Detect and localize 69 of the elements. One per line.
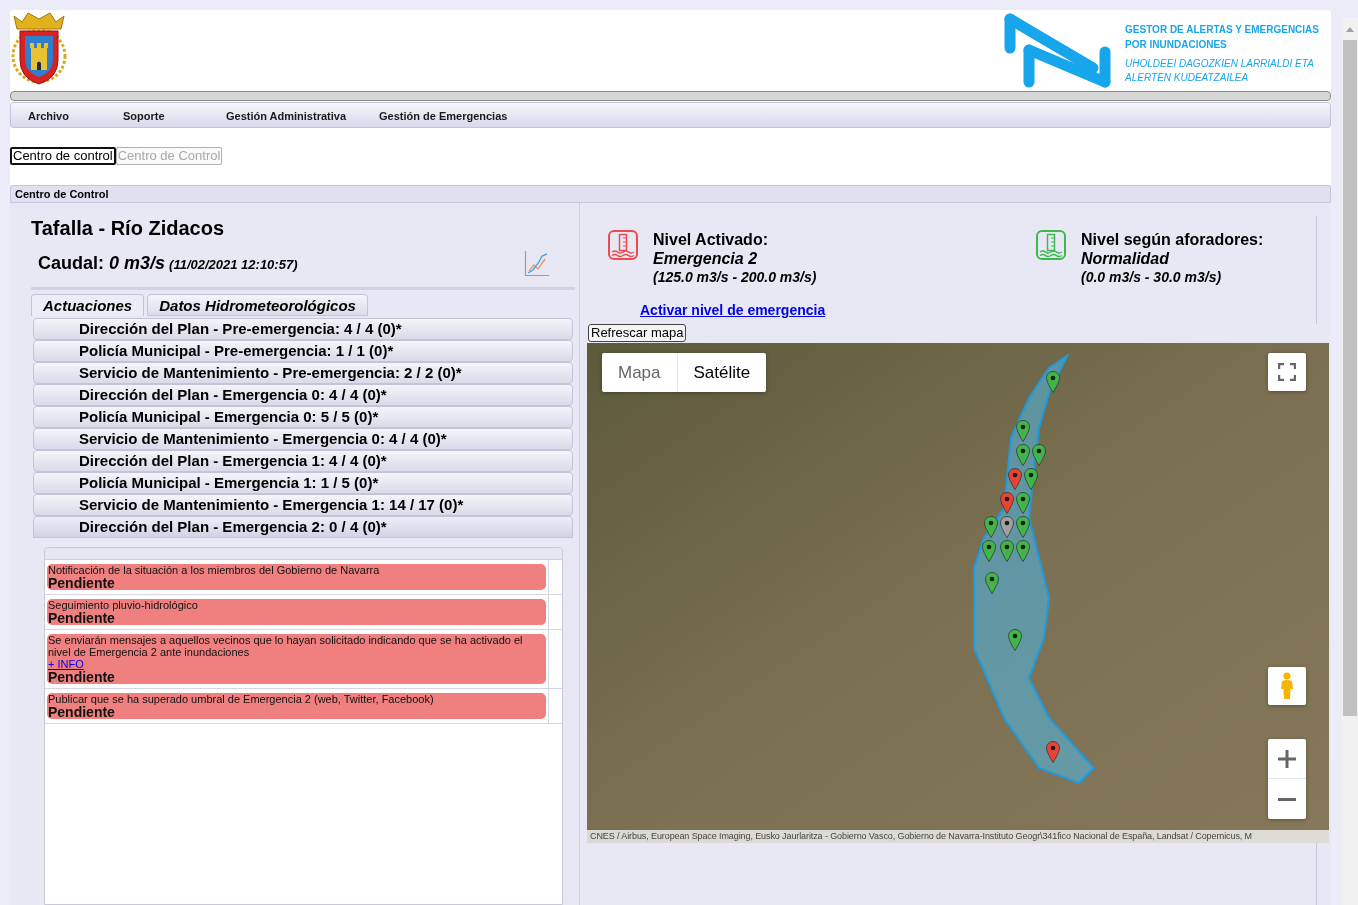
map-pin-icon[interactable]: [1008, 629, 1022, 651]
flow-value: 0 m3/s: [109, 251, 166, 275]
level-label: Nivel según aforadores:: [1081, 230, 1264, 249]
logo-subtitle: ALERTEN KUDEATZAILEA: [1125, 71, 1250, 85]
action-group-header[interactable]: Policía Municipal - Emergencia 1: 1 / 5 (0)*: [33, 472, 573, 494]
logo-title: GESTOR DE ALERTAS Y EMERGENCIAS: [1125, 23, 1319, 37]
map-pin-icon[interactable]: [984, 516, 998, 538]
tab[interactable]: Datos Hidrometeorológicos: [147, 294, 368, 316]
fullscreen-icon: [1278, 363, 1296, 381]
action-group-header[interactable]: Servicio de Mantenimiento - Emergencia 0: 4 / 4 (0)*: [33, 428, 573, 450]
map-type-tab[interactable]: Mapa: [602, 353, 677, 392]
action-group-header[interactable]: Servicio de Mantenimiento - Emergencia 1: 14 / 17 (0)*: [33, 494, 573, 516]
refresh-map-button[interactable]: Refrescar mapa: [588, 324, 687, 342]
task-description: Se enviarán mensajes a aquellos vecinos que lo hayan solicitado indicando que se ha activado el nivel de Emergencia 2 ante inundaciones: [48, 634, 524, 658]
plus-icon: [1278, 749, 1296, 768]
person-icon: [1280, 672, 1294, 700]
task-status: Pendiente: [48, 705, 116, 719]
level-range: (0.0 m3/s - 30.0 m3/s): [1081, 268, 1223, 286]
action-group-header[interactable]: Dirección del Plan - Emergencia 0: 4 / 4 (0)*: [33, 384, 573, 406]
task-status: Pendiente: [48, 670, 116, 684]
view-button[interactable]: Centro de control: [10, 147, 116, 165]
map-pin-icon[interactable]: [982, 540, 996, 562]
map-pin-icon[interactable]: [1016, 516, 1030, 538]
map-pin-icon[interactable]: [1008, 468, 1022, 490]
map-attribution: CNES / Airbus, European Space Imaging, Eusko Jaurlaritza - Gobierno Vasco, Gobierno de Navarra-Instituto Geogr\341fico Nacional de España, Landsat / Copernicus, M: [587, 830, 1329, 843]
flow-timestamp: (11/02/2021 12:10:57): [169, 255, 298, 274]
action-group-header[interactable]: Policía Municipal - Emergencia 0: 5 / 5 (0)*: [33, 406, 573, 428]
task-description: Publicar que se ha superado umbral de Emergencia 2 (web, Twitter, Facebook): [48, 693, 435, 705]
action-group-header[interactable]: Dirección del Plan - Emergencia 1: 4 / 4 (0)*: [33, 450, 573, 472]
section-header: Centro de Control: [10, 185, 1331, 203]
info-link[interactable]: + INFO: [48, 658, 84, 670]
level-value: Emergencia 2: [653, 249, 759, 268]
action-group-header[interactable]: Dirección del Plan - Emergencia 2: 0 / 4 (0)*: [33, 516, 573, 538]
logo-title: POR INUNDACIONES: [1125, 38, 1228, 52]
level-range: (125.0 m3/s - 200.0 m3/s): [653, 268, 817, 286]
map-pin-icon[interactable]: [1016, 540, 1030, 562]
level-label: Nivel Activado:: [653, 230, 769, 249]
task-status: Pendiente: [48, 576, 116, 590]
scrollbar-thumb[interactable]: [1343, 40, 1357, 716]
action-group-header[interactable]: Policía Municipal - Pre-emergencia: 1 / 1 (0)*: [33, 340, 573, 362]
action-group-header[interactable]: Dirección del Plan - Pre-emergencia: 4 / 4 (0)*: [33, 318, 573, 340]
map-pin-icon[interactable]: [1024, 468, 1038, 490]
station-title: Tafalla - Río Zidacos: [31, 216, 224, 240]
task-description: Seguimiento pluvio-hidrológico: [48, 599, 199, 611]
logo-subtitle: UHOLDEEI DAGOZKIEN LARRIALDI ETA: [1125, 57, 1315, 71]
map-pin-icon[interactable]: [1016, 444, 1030, 466]
flow-label: Caudal:: [38, 251, 104, 275]
activate-emergency-link[interactable]: Activar nivel de emergencia: [640, 301, 826, 319]
map-pin-icon[interactable]: [1000, 492, 1014, 514]
map-pin-icon[interactable]: [1016, 420, 1030, 442]
map-pin-icon[interactable]: [1032, 444, 1046, 466]
level-value: Normalidad: [1081, 249, 1171, 268]
map-type-tab[interactable]: Satélite: [676, 353, 767, 392]
map-pin-icon[interactable]: [1000, 540, 1014, 562]
menu-item[interactable]: Archivo: [28, 108, 69, 125]
minus-icon: [1278, 797, 1296, 801]
task-status: Pendiente: [48, 611, 115, 625]
fullscreen-button[interactable]: [1268, 353, 1306, 391]
action-group-header[interactable]: Servicio de Mantenimiento - Pre-emergencia: 2 / 2 (0)*: [33, 362, 573, 384]
menu-item[interactable]: Gestión Administrativa: [226, 108, 346, 125]
menu-item[interactable]: Gestión de Emergencias: [379, 108, 508, 125]
map-pin-icon[interactable]: [1046, 371, 1060, 393]
map-pin-icon[interactable]: [1016, 492, 1030, 514]
menu-item[interactable]: Soporte: [123, 108, 165, 125]
tab[interactable]: Actuaciones: [31, 294, 145, 316]
map-pin-icon[interactable]: [1000, 516, 1014, 538]
task-description: Notificación de la situación a los miembros del Gobierno de Navarra: [48, 564, 381, 576]
map-pin-icon[interactable]: [985, 572, 999, 594]
map-pin-icon[interactable]: [1046, 741, 1060, 763]
